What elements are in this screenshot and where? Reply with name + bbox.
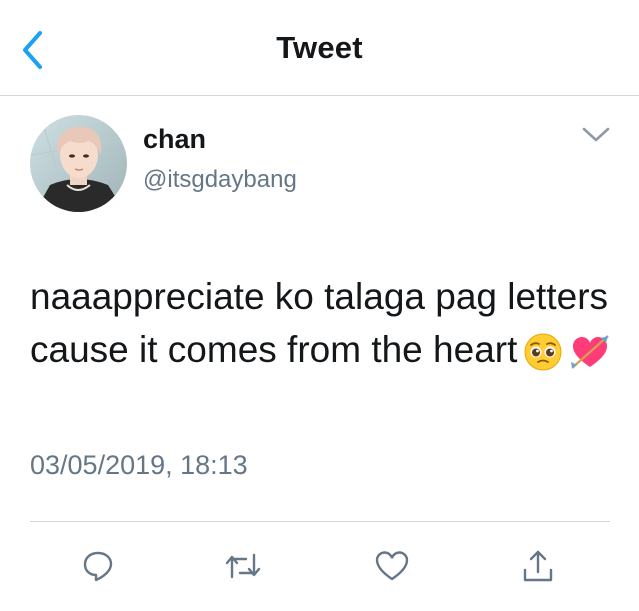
share-button[interactable] [518,546,558,586]
retweet-button[interactable] [223,546,263,586]
like-button[interactable] [372,546,412,586]
avatar[interactable] [30,115,127,212]
heart-icon [375,551,409,581]
divider [30,521,610,522]
reply-icon [83,551,113,582]
heart-with-arrow-emoji [569,332,611,386]
avatar-photo [30,115,127,212]
author-display-name[interactable]: chan [143,124,206,155]
tweet-menu-button[interactable] [576,120,616,150]
tweet-timestamp: 03/05/2019, 18:13 [30,450,248,480]
chevron-down-icon [582,127,610,142]
retweet-icon [225,553,261,579]
tweet-detail-screen: Tweet chan @itsgdaybang naaappreciate ko… [0,0,639,611]
tweet-text-content: naaappreciate ko talaga pag letters caus… [30,276,609,370]
author-handle: @itsgdaybang [143,166,297,193]
pleading-face-emoji [523,332,563,386]
share-icon [523,550,553,582]
reply-button[interactable] [78,546,118,586]
page-title: Tweet [276,30,363,65]
nav-header: Tweet [0,0,639,96]
tweet-text: naaappreciate ko talaga pag letters caus… [30,270,620,386]
